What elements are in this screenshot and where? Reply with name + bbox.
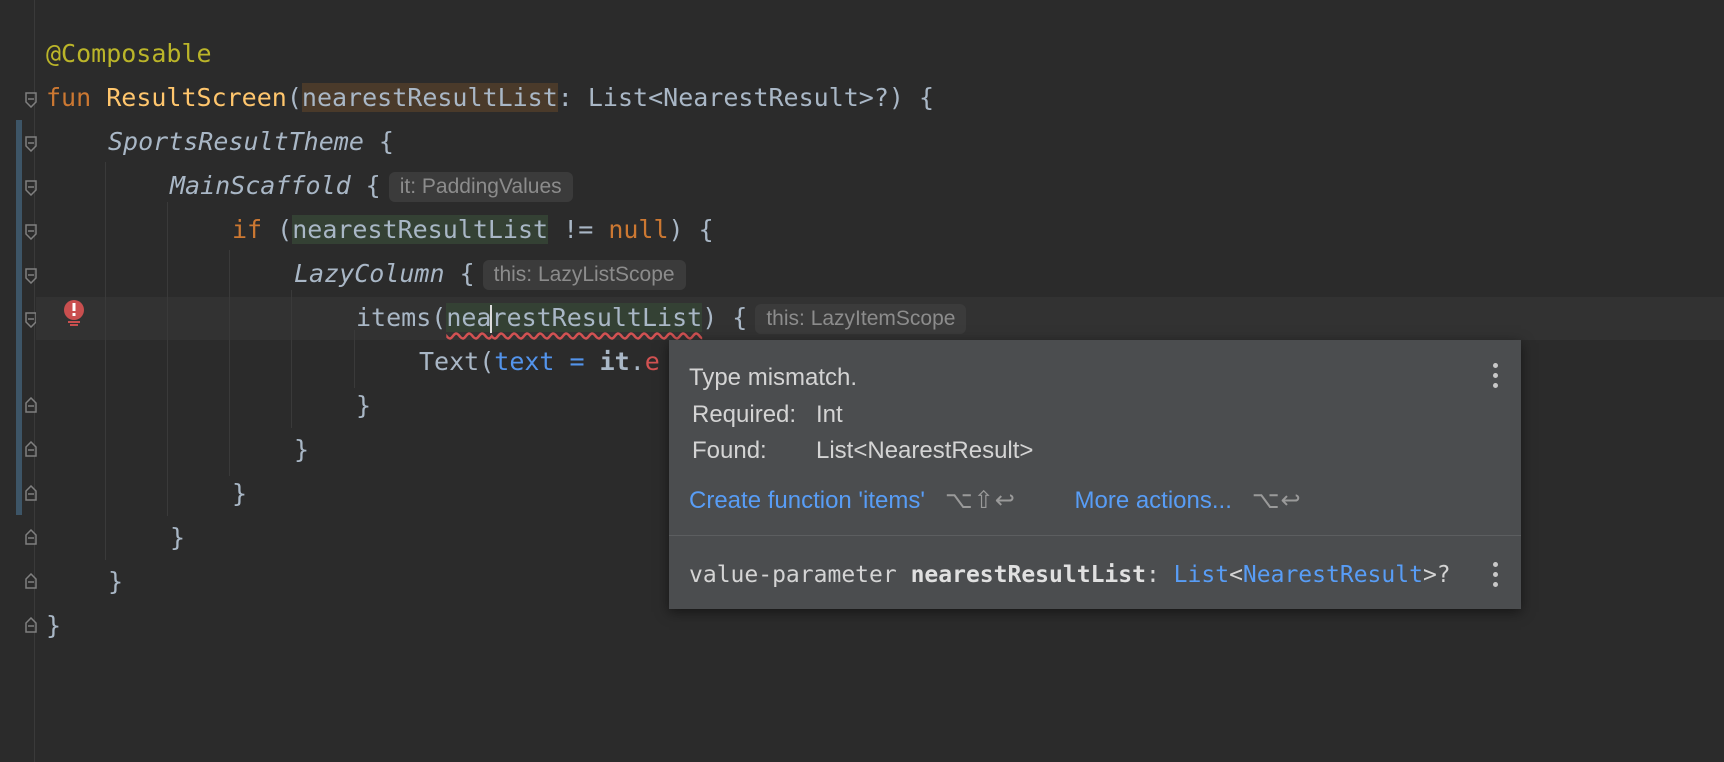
code-text: } bbox=[108, 567, 124, 596]
indent-guide bbox=[229, 250, 230, 476]
code-line[interactable]: Text(text = it.e bbox=[419, 340, 660, 384]
code-line-current[interactable]: items(nearestResultList) {this: LazyItem… bbox=[356, 296, 967, 340]
fold-marker-icon[interactable] bbox=[25, 268, 37, 284]
annotation: @Composable bbox=[46, 39, 212, 68]
code-line[interactable]: if (nearestResultList != null) { bbox=[232, 208, 714, 252]
parameter-name: nearestResultList bbox=[301, 83, 558, 112]
indent-guide bbox=[105, 162, 106, 560]
code-text: { bbox=[350, 171, 381, 200]
named-argument: text = bbox=[494, 347, 600, 376]
kebab-menu-icon[interactable] bbox=[1493, 363, 1499, 389]
code-text: ) { bbox=[702, 303, 748, 332]
fold-end-icon[interactable] bbox=[25, 485, 37, 501]
code-text: nea bbox=[446, 303, 492, 332]
kebab-menu-icon[interactable] bbox=[1493, 562, 1499, 588]
code-text: ( bbox=[262, 215, 293, 244]
code-text: } bbox=[46, 611, 62, 640]
fold-end-icon[interactable] bbox=[25, 617, 37, 633]
keyword: if bbox=[232, 215, 263, 244]
keyword: fun bbox=[46, 83, 92, 112]
code-line[interactable]: SportsResultTheme { bbox=[108, 120, 394, 164]
error-icon[interactable] bbox=[62, 299, 86, 327]
error-tooltip-popup[interactable]: Type mismatch. Required: Int Found: List… bbox=[669, 340, 1521, 609]
reference-highlight: nearestResultList bbox=[292, 215, 549, 244]
code-text: it bbox=[599, 347, 630, 376]
found-value: List<NearestResult> bbox=[816, 437, 1034, 464]
keyword: null bbox=[608, 215, 669, 244]
indent-guide bbox=[354, 330, 355, 388]
fold-marker-icon[interactable] bbox=[25, 224, 37, 240]
code-line[interactable]: } bbox=[356, 384, 371, 428]
inlay-hint: this: LazyListScope bbox=[482, 260, 686, 290]
composable-call: MainScaffold bbox=[170, 171, 351, 200]
doc-type-link[interactable]: NearestResult bbox=[1243, 562, 1423, 588]
code-line[interactable]: @Composable bbox=[46, 32, 212, 76]
found-label: Found: bbox=[692, 437, 767, 464]
fold-end-icon[interactable] bbox=[25, 441, 37, 457]
error-title: Type mismatch. bbox=[689, 364, 858, 391]
composable-call: SportsResultTheme bbox=[108, 127, 364, 156]
shortcut-hint: ⌥⇧↩ bbox=[944, 487, 1016, 514]
required-value: Int bbox=[816, 401, 843, 428]
gutter-divider bbox=[34, 0, 35, 762]
code-line[interactable]: LazyColumn {this: LazyListScope bbox=[294, 252, 686, 296]
doc-param-name: nearestResultList bbox=[910, 562, 1146, 588]
error-reference[interactable]: nearestResultList bbox=[446, 303, 703, 333]
code-line[interactable]: fun ResultScreen(nearestResultList: List… bbox=[46, 76, 934, 120]
function-name: ResultScreen bbox=[106, 83, 287, 112]
inlay-hint: it: PaddingValues bbox=[388, 172, 573, 202]
code-line[interactable]: } bbox=[294, 428, 309, 472]
fold-marker-icon[interactable] bbox=[25, 136, 37, 152]
indent-guide bbox=[291, 290, 292, 428]
code-line[interactable]: } bbox=[46, 604, 61, 648]
create-function-link[interactable]: Create function 'items' bbox=[689, 487, 925, 514]
code-line[interactable]: } bbox=[108, 560, 123, 604]
doc-text: < bbox=[1229, 562, 1243, 588]
fold-end-icon[interactable] bbox=[25, 573, 37, 589]
more-actions-link[interactable]: More actions... bbox=[1074, 487, 1231, 514]
fold-end-icon[interactable] bbox=[25, 529, 37, 545]
code-text: } bbox=[170, 523, 186, 552]
code-text: { bbox=[444, 259, 475, 288]
fold-marker-icon[interactable] bbox=[25, 92, 37, 108]
code-text: != bbox=[548, 215, 609, 244]
required-label: Required: bbox=[692, 401, 797, 428]
code-text: restResultList bbox=[491, 303, 703, 332]
inlay-hint: this: LazyItemScope bbox=[755, 304, 967, 334]
doc-text: value-parameter bbox=[689, 562, 911, 588]
code-line[interactable]: } bbox=[232, 472, 247, 516]
code-text: } bbox=[356, 391, 372, 420]
code-line[interactable]: } bbox=[170, 516, 185, 560]
code-text: . bbox=[629, 347, 645, 376]
code-text: ( bbox=[286, 83, 302, 112]
quick-actions: Create function 'items' ⌥⇧↩ More actions.… bbox=[689, 486, 1302, 515]
unresolved-reference: e bbox=[644, 347, 660, 376]
indent-guide bbox=[167, 202, 168, 516]
code-text: } bbox=[294, 435, 310, 464]
code-text: ) { bbox=[668, 215, 714, 244]
code-text: items( bbox=[356, 303, 447, 332]
code-text: } bbox=[232, 479, 248, 508]
fold-marker-icon[interactable] bbox=[25, 180, 37, 196]
code-text: { bbox=[363, 127, 394, 156]
shortcut-hint: ⌥↩ bbox=[1251, 487, 1302, 514]
quick-doc: value-parameter nearestResultList: List<… bbox=[689, 562, 1451, 588]
code-text: : List<NearestResult>?) { bbox=[557, 83, 935, 112]
popup-divider bbox=[669, 535, 1521, 536]
composable-call: LazyColumn bbox=[294, 259, 445, 288]
doc-text: : bbox=[1145, 562, 1174, 588]
code-line[interactable]: MainScaffold {it: PaddingValues bbox=[170, 164, 573, 208]
code-text: Text( bbox=[419, 347, 495, 376]
doc-text: >? bbox=[1422, 562, 1451, 588]
doc-type-link[interactable]: List bbox=[1174, 562, 1229, 588]
vcs-change-marker[interactable] bbox=[16, 120, 22, 515]
fold-end-icon[interactable] bbox=[25, 397, 37, 413]
required-row: Required: Int bbox=[692, 401, 843, 429]
found-row: Found: List<NearestResult> bbox=[692, 437, 1033, 465]
